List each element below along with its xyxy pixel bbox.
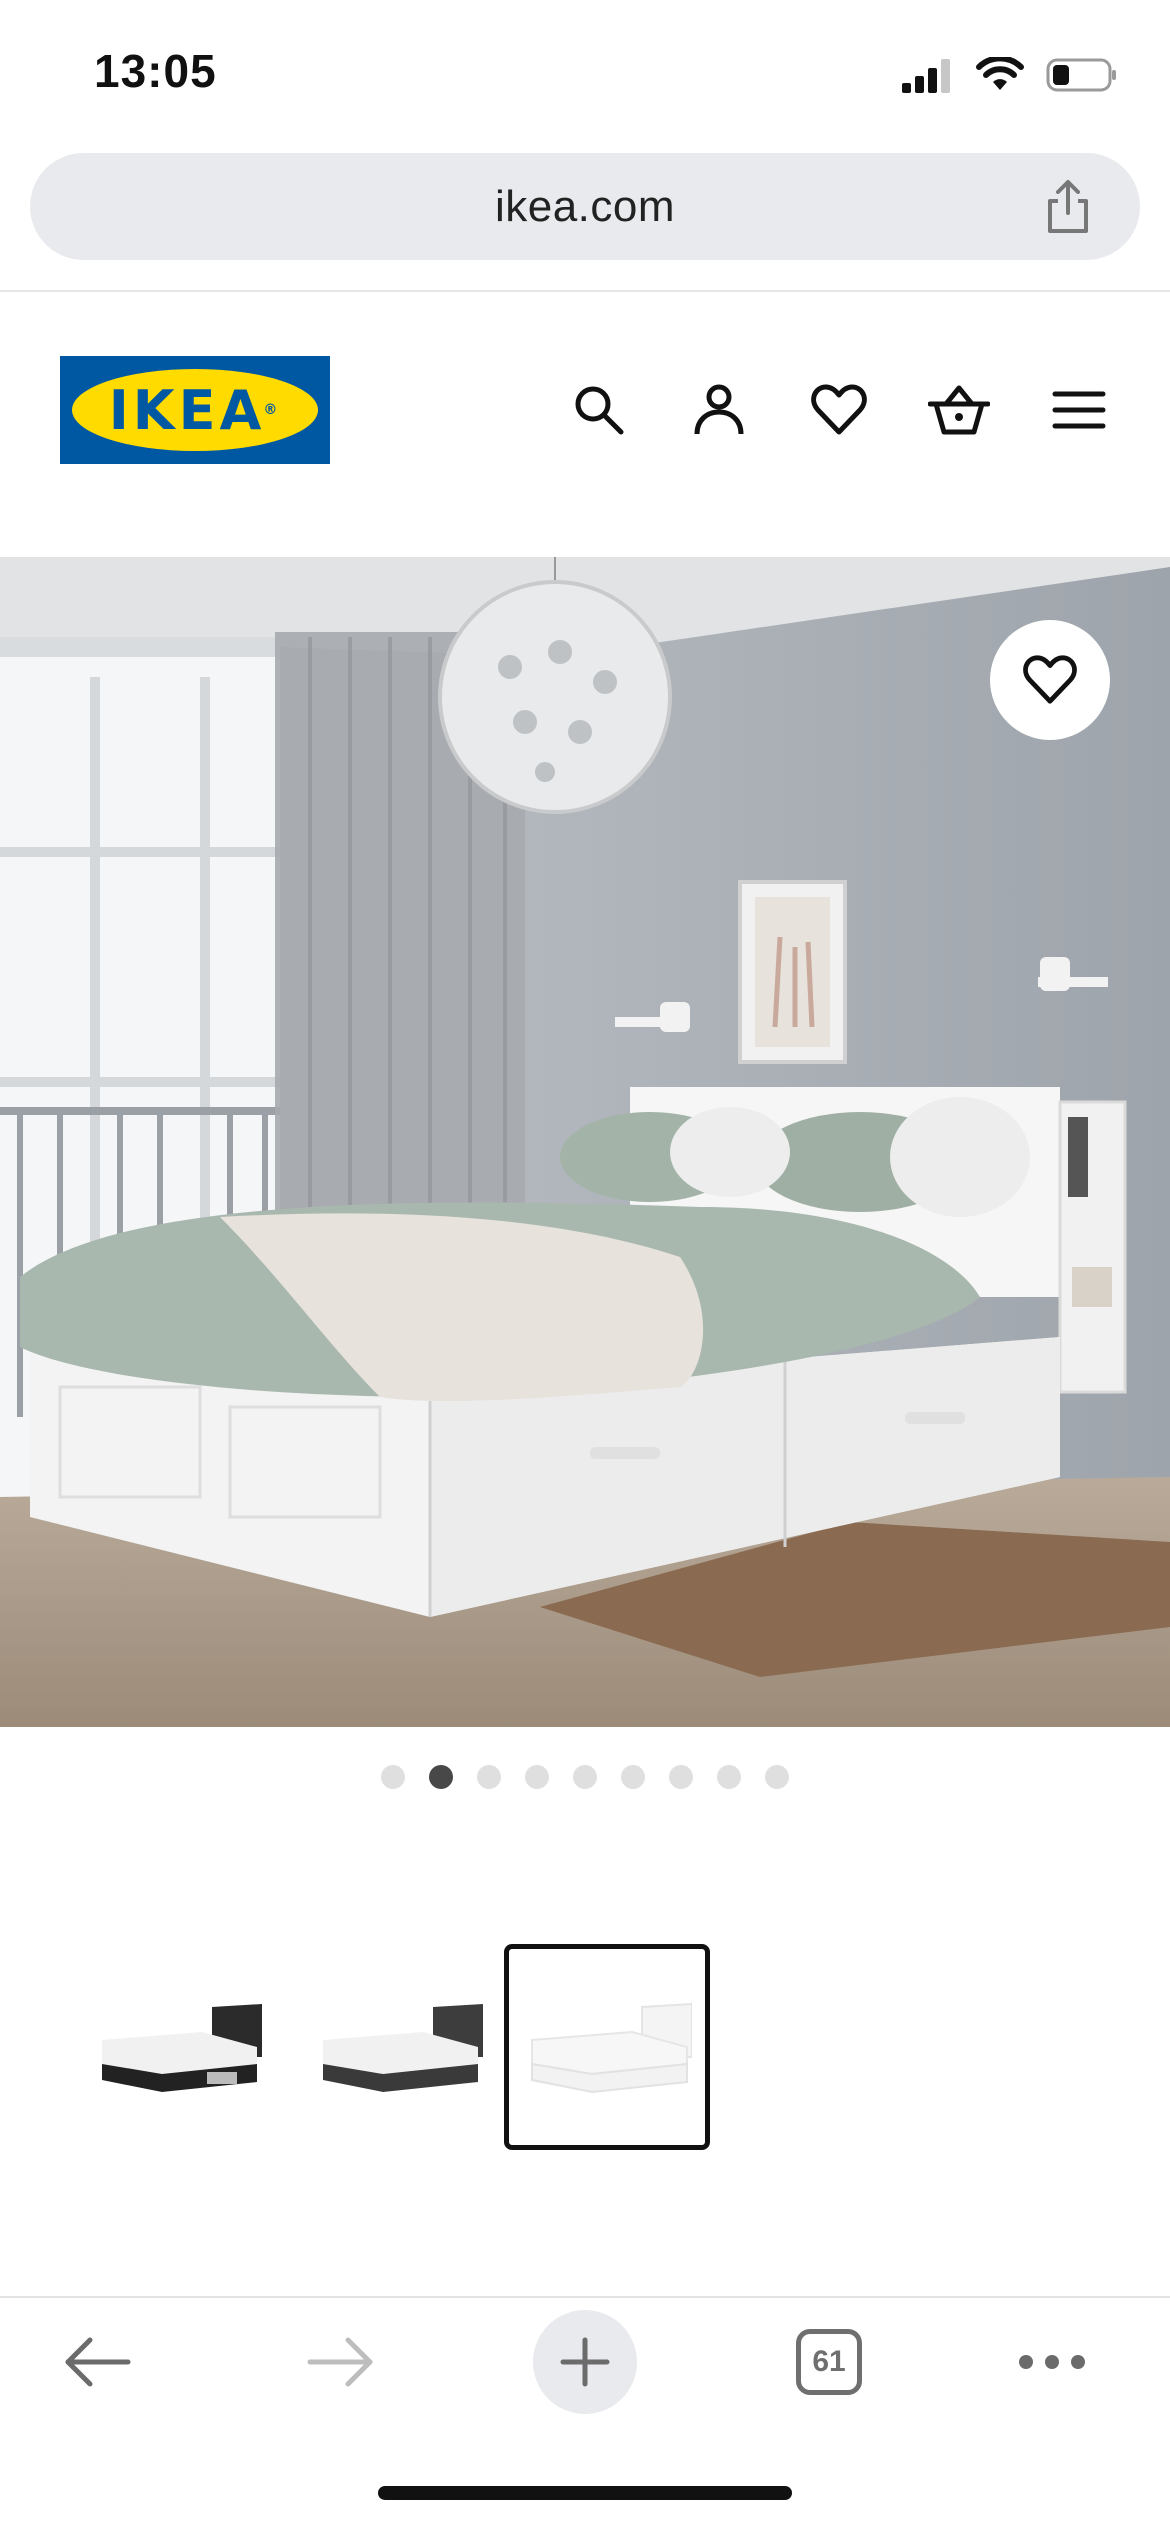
forward-arrow-icon — [307, 2337, 373, 2387]
new-tab-button[interactable] — [531, 2310, 639, 2414]
back-button[interactable] — [48, 2312, 148, 2412]
registered-mark: ® — [263, 402, 282, 418]
tabs-icon: 61 — [796, 2329, 862, 2395]
carousel-dot[interactable] — [573, 1765, 597, 1789]
new-tab-plus-icon — [560, 2337, 610, 2387]
address-bar[interactable]: ikea.com — [30, 153, 1140, 260]
forward-button[interactable] — [290, 2312, 390, 2412]
toolbar-divider — [0, 290, 1170, 292]
carousel-pagination — [0, 1762, 1170, 1792]
bed-thumbnail-grey-image — [323, 2004, 483, 2092]
back-arrow-icon — [65, 2337, 131, 2387]
carousel-dot[interactable] — [429, 1765, 453, 1789]
search-button[interactable] — [565, 376, 633, 444]
battery-icon — [1046, 58, 1116, 92]
heart-icon — [1023, 655, 1077, 704]
more-dots-icon — [1019, 2355, 1085, 2369]
menu-button[interactable] — [1045, 376, 1113, 444]
variant-thumbnail-white[interactable] — [504, 1944, 710, 2150]
search-icon — [575, 386, 624, 435]
wifi-icon — [976, 57, 1024, 90]
carousel-dot[interactable] — [477, 1765, 501, 1789]
carousel-dot[interactable] — [525, 1765, 549, 1789]
carousel-dot[interactable] — [381, 1765, 405, 1789]
cellular-signal-icon — [902, 59, 950, 93]
heart-icon — [811, 384, 867, 435]
carousel-dot[interactable] — [669, 1765, 693, 1789]
status-time: 13:05 — [94, 45, 217, 97]
bedroom-illustration — [0, 557, 1170, 1727]
menu-icon — [1052, 391, 1106, 429]
logo-wordmark: IKEA — [108, 378, 266, 442]
share-icon[interactable] — [1038, 177, 1098, 237]
status-icons — [902, 50, 1118, 100]
basket-icon — [928, 385, 990, 435]
wishlist-button[interactable] — [805, 376, 873, 444]
carousel-dot[interactable] — [621, 1765, 645, 1789]
carousel-dot[interactable] — [765, 1765, 789, 1789]
basket-button[interactable] — [925, 376, 993, 444]
carousel-dot[interactable] — [717, 1765, 741, 1789]
variant-thumbnail-dark-grey[interactable] — [295, 1944, 501, 2150]
variant-thumbnail-black-brown[interactable] — [74, 1944, 280, 2150]
home-indicator — [378, 2486, 792, 2500]
bed-thumbnail-white-image — [531, 2002, 692, 2094]
add-to-favourites-button[interactable] — [990, 620, 1110, 740]
account-button[interactable] — [685, 376, 753, 444]
bed-thumbnail-dark-image — [102, 2004, 262, 2092]
more-options-button[interactable] — [1002, 2312, 1102, 2412]
product-hero-image[interactable] — [0, 557, 1170, 1727]
new-tab-circle — [533, 2310, 637, 2414]
bottom-toolbar-divider — [0, 2296, 1170, 2298]
account-icon — [694, 384, 744, 435]
ikea-logo[interactable]: IKEA ® — [60, 356, 330, 464]
url-text[interactable]: ikea.com — [30, 153, 1140, 260]
tabs-button[interactable]: 61 — [779, 2312, 879, 2412]
